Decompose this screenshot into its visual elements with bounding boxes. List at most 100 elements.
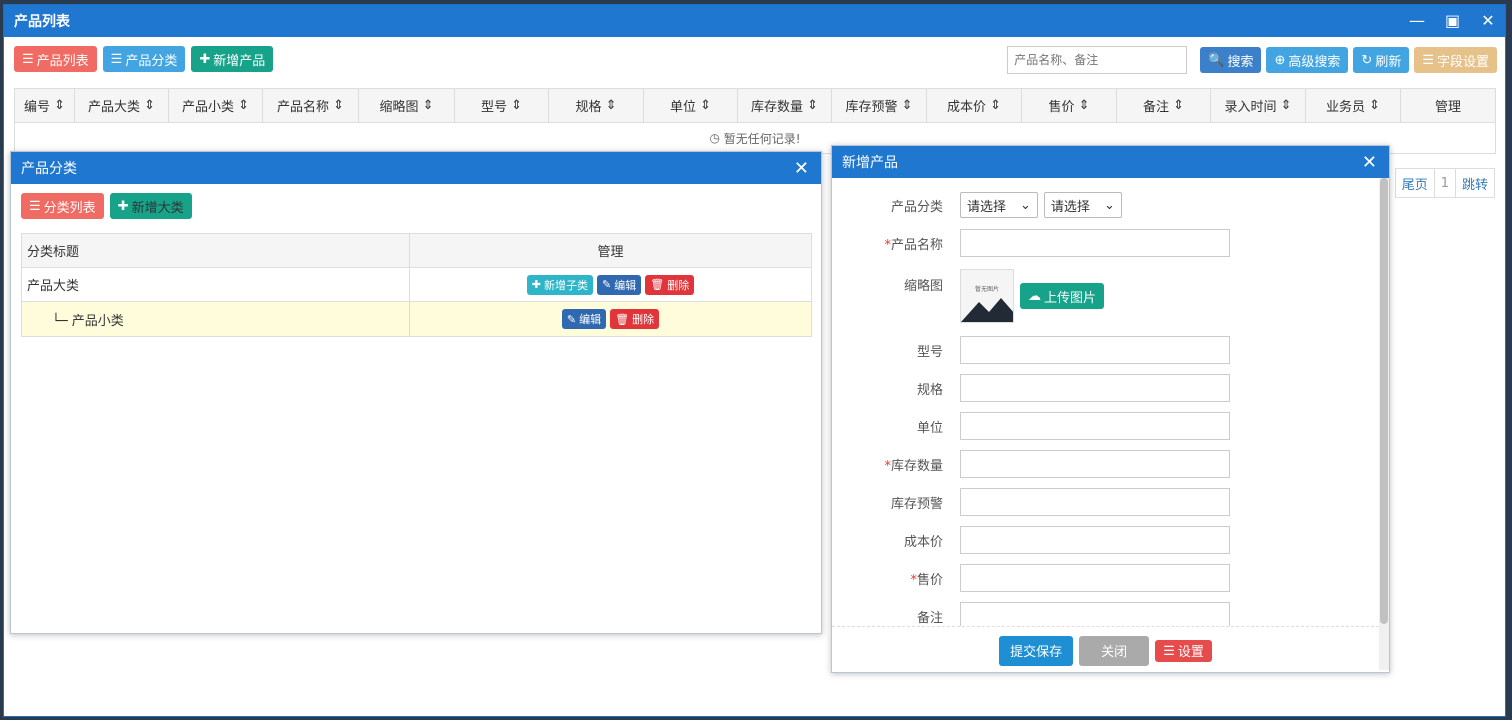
- trash-icon: 🗑: [615, 313, 630, 326]
- form-row-price: *售价: [832, 564, 1230, 592]
- product-list-button[interactable]: ☰ 产品列表: [14, 46, 97, 72]
- close-icon[interactable]: ✕: [1481, 11, 1495, 30]
- dialog-footer: 提交保存 关闭 ☰ 设置: [832, 626, 1379, 674]
- maximize-icon[interactable]: ▣: [1445, 11, 1460, 30]
- close-button[interactable]: 关闭: [1079, 635, 1150, 666]
- category-major-select[interactable]: 请选择 ⌄: [960, 192, 1038, 218]
- list-icon: ☰: [29, 198, 41, 213]
- column-header[interactable]: 缩略图 ⇕: [359, 89, 455, 122]
- category-table: 分类标题 管理 产品大类 ✚ 新增子类 ✎ 编辑 🗑 删除 └─ 产品小类 ✎ 编辑 🗑…: [21, 233, 812, 337]
- dialog-title: 产品分类 ✕: [11, 152, 821, 184]
- column-header[interactable]: 备注 ⇕: [1117, 89, 1211, 122]
- unit-field[interactable]: [960, 412, 1230, 440]
- thumbnail-placeholder: 暂无图片: [960, 269, 1014, 323]
- list-icon: ☰: [1422, 52, 1434, 67]
- edit-icon: ✎: [602, 279, 612, 291]
- field-settings-button[interactable]: ☰ 字段设置: [1414, 47, 1497, 73]
- product-category-button[interactable]: ☰ 产品分类: [102, 46, 186, 72]
- category-minor-select[interactable]: 请选择 ⌄: [1043, 192, 1122, 218]
- pager-jump[interactable]: 跳转: [1454, 169, 1494, 197]
- plus-icon: ✚: [117, 198, 129, 213]
- column-header[interactable]: 售价 ⇕: [1022, 89, 1117, 122]
- edit-icon: ✎: [566, 313, 577, 326]
- grid-header: 编号 ⇕ 产品大类 ⇕ 产品小类 ⇕ 产品名称 ⇕ 缩略图 ⇕ 型号 ⇕ 规格 …: [15, 89, 1495, 123]
- zoom-icon: ⊕: [1274, 52, 1286, 67]
- column-header[interactable]: 库存预警 ⇕: [832, 89, 927, 122]
- column-header[interactable]: 产品大类 ⇕: [75, 89, 169, 122]
- search-area: 🔍搜索 ⊕高级搜索 ↻刷新 ☰字段设置: [1007, 46, 1497, 74]
- chevron-down-icon: ⌄: [1020, 197, 1031, 213]
- add-product-button[interactable]: ✚ 新增产品: [191, 46, 274, 72]
- form-row-stock: *库存数量: [832, 450, 1230, 478]
- clock-icon: ◷: [709, 131, 724, 145]
- dialog-title: 新增产品 ✕: [832, 146, 1389, 178]
- minimize-icon[interactable]: —: [1409, 11, 1425, 30]
- form-row-spec: 规格: [832, 374, 1230, 402]
- search-button[interactable]: 🔍 搜索: [1200, 47, 1262, 73]
- form-row-name: *产品名称: [832, 229, 1230, 257]
- edit-button[interactable]: ✎ 编辑: [597, 274, 642, 295]
- window-controls: — ▣ ✕: [1409, 11, 1495, 30]
- table-row: 产品大类 ✚ 新增子类 ✎ 编辑 🗑 删除: [22, 268, 811, 302]
- cost-field[interactable]: [960, 526, 1230, 554]
- column-header[interactable]: 产品名称 ⇕: [263, 89, 359, 122]
- column-header[interactable]: 单位 ⇕: [644, 89, 738, 122]
- plus-icon: ✚: [199, 51, 211, 66]
- delete-button[interactable]: 🗑 删除: [610, 309, 660, 329]
- stock-warn-field[interactable]: [960, 488, 1230, 516]
- pager-page[interactable]: 1: [1433, 169, 1455, 197]
- column-header[interactable]: 库存数量 ⇕: [738, 89, 832, 122]
- submit-button[interactable]: 提交保存: [999, 635, 1074, 666]
- advanced-search-button[interactable]: ⊕ 高级搜索: [1266, 47, 1349, 73]
- form-row-model: 型号: [832, 336, 1230, 364]
- chevron-down-icon: ⌄: [1103, 197, 1115, 213]
- form-body: 产品分类 请选择 ⌄ 请选择 ⌄ *产品名称 缩略图 暂无图片 ☁ 上传图片 型号 规…: [832, 178, 1379, 626]
- price-field[interactable]: [960, 564, 1230, 592]
- add-major-category-button[interactable]: ✚ 新增大类: [109, 193, 192, 219]
- scrollbar[interactable]: [1379, 178, 1389, 670]
- column-header[interactable]: 录入时间 ⇕: [1211, 89, 1306, 122]
- pager: 尾页 1 跳转: [1394, 168, 1495, 198]
- table-row: └─ 产品小类 ✎ 编辑 🗑 删除: [22, 302, 811, 336]
- refresh-icon: ↻: [1361, 52, 1373, 67]
- category-list-button[interactable]: ☰ 分类列表: [21, 193, 104, 219]
- image-icon: [961, 298, 1013, 322]
- edit-button[interactable]: ✎ 编辑: [561, 309, 607, 329]
- name-field[interactable]: [960, 229, 1230, 257]
- form-row-cost: 成本价: [832, 526, 1230, 554]
- column-header: 管理: [1434, 100, 1461, 115]
- remark-field[interactable]: [960, 602, 1230, 626]
- toolbar: ☰ 产品列表 ☰ 产品分类 ✚ 新增产品: [14, 46, 274, 72]
- add-subcategory-button[interactable]: ✚ 新增子类: [526, 274, 594, 295]
- column-header[interactable]: 业务员 ⇕: [1306, 89, 1401, 122]
- trash-icon: 🗑: [650, 279, 665, 291]
- category-toolbar: ☰ 分类列表 ✚ 新增大类: [21, 193, 192, 219]
- close-icon[interactable]: ✕: [794, 158, 809, 179]
- close-icon[interactable]: ✕: [1362, 152, 1377, 173]
- delete-button[interactable]: 🗑 删除: [645, 274, 695, 295]
- settings-button[interactable]: ☰ 设置: [1155, 639, 1212, 662]
- column-header[interactable]: 成本价 ⇕: [927, 89, 1022, 122]
- list-icon: ☰: [22, 51, 34, 66]
- window-title: 产品列表: [4, 5, 1505, 37]
- pager-last[interactable]: 尾页: [1396, 169, 1434, 197]
- form-row-category: 产品分类 请选择 ⌄ 请选择 ⌄: [832, 192, 1128, 218]
- menu-icon: ☰: [1163, 642, 1175, 658]
- scroll-thumb[interactable]: [1380, 178, 1388, 624]
- search-icon: 🔍: [1208, 52, 1225, 67]
- column-header[interactable]: 编号 ⇕: [15, 89, 75, 122]
- model-field[interactable]: [960, 336, 1230, 364]
- column-header[interactable]: 产品小类 ⇕: [169, 89, 263, 122]
- form-row-remark: 备注: [832, 602, 1230, 626]
- cloud-upload-icon: ☁: [1028, 288, 1041, 303]
- column-header[interactable]: 型号 ⇕: [455, 89, 549, 122]
- stock-field[interactable]: [960, 450, 1230, 478]
- add-product-dialog: 新增产品 ✕ 产品分类 请选择 ⌄ 请选择 ⌄ *产品名称 缩略图 暂无图片 ☁ 上传…: [831, 145, 1390, 673]
- spec-field[interactable]: [960, 374, 1230, 402]
- search-input[interactable]: [1007, 46, 1188, 74]
- refresh-button[interactable]: ↻ 刷新: [1353, 47, 1410, 73]
- table-header: 分类标题 管理: [22, 234, 811, 268]
- upload-image-button[interactable]: ☁ 上传图片: [1020, 283, 1105, 309]
- plus-icon: ✚: [531, 279, 542, 291]
- column-header[interactable]: 规格 ⇕: [549, 89, 644, 122]
